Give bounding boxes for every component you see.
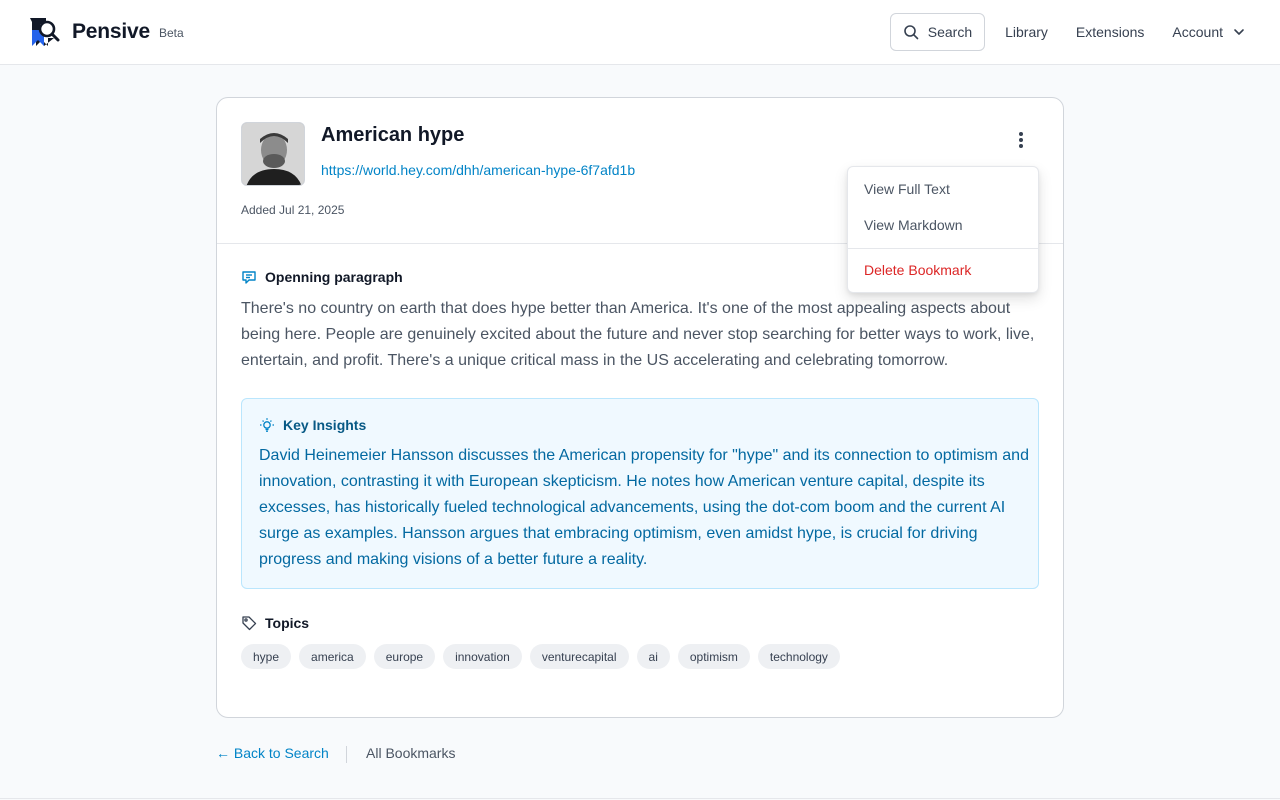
topic-tag[interactable]: ai xyxy=(636,644,670,669)
topic-tag[interactable]: innovation xyxy=(443,644,522,669)
account-label: Account xyxy=(1172,24,1223,40)
brand[interactable]: Pensive Beta xyxy=(28,16,184,48)
lightbulb-icon xyxy=(260,418,274,432)
topic-tag[interactable]: hype xyxy=(241,644,292,669)
author-avatar xyxy=(241,122,305,186)
bookmark-url-link[interactable]: https://world.hey.com/dhh/american-hype-… xyxy=(321,162,635,178)
back-to-search-link[interactable]: ← Back to Search xyxy=(216,745,329,761)
pensive-logo-icon xyxy=(30,18,60,46)
footer-divider xyxy=(346,746,347,763)
search-button[interactable]: Search xyxy=(889,13,986,51)
added-date: Added Jul 21, 2025 xyxy=(241,203,345,217)
brand-name: Pensive xyxy=(72,20,150,43)
topic-tag[interactable]: optimism xyxy=(677,644,750,669)
key-insights-label: Key Insights xyxy=(283,417,367,433)
nav-extensions[interactable]: Extensions xyxy=(1076,24,1144,40)
tag-icon xyxy=(242,616,257,631)
search-icon xyxy=(903,25,919,40)
all-bookmarks-link[interactable]: All Bookmarks xyxy=(366,745,455,761)
top-navigation-bar: Pensive Beta Search Library Extensions A… xyxy=(0,0,1280,65)
menu-divider xyxy=(848,248,1038,249)
topics-heading: Topics xyxy=(241,615,309,631)
menu-view-markdown[interactable]: View Markdown xyxy=(864,217,963,233)
opening-paragraph-label: Openning paragraph xyxy=(265,269,403,285)
topics-label: Topics xyxy=(265,615,310,631)
menu-view-full-text[interactable]: View Full Text xyxy=(864,181,950,197)
kebab-menu-icon xyxy=(1019,132,1023,148)
search-button-label: Search xyxy=(927,24,973,40)
chevron-down-icon xyxy=(1234,29,1244,35)
comment-icon xyxy=(242,271,256,284)
bookmark-title: American hype xyxy=(321,124,465,146)
topic-tag[interactable]: europe xyxy=(373,644,436,669)
more-options-button[interactable] xyxy=(1007,126,1035,154)
topic-tag[interactable]: america xyxy=(299,644,366,669)
key-insights-text: David Heinemeier Hansson discusses the A… xyxy=(259,447,1029,568)
main-nav: Search Library Extensions Account xyxy=(889,13,1246,51)
opening-paragraph-heading: Openning paragraph xyxy=(241,269,403,285)
bottom-border xyxy=(0,798,1280,799)
key-insights-box: Key Insights David Heinemeier Hansson di… xyxy=(241,398,1039,589)
menu-delete-bookmark[interactable]: Delete Bookmark xyxy=(864,262,971,278)
key-insights-heading: Key Insights xyxy=(259,417,366,433)
author-photo-icon xyxy=(242,123,304,185)
topics-list: hype america europe innovation ventureca… xyxy=(241,644,840,669)
topic-tag[interactable]: venturecapital xyxy=(529,644,629,669)
bookmark-options-menu: View Full Text View Markdown Delete Book… xyxy=(847,166,1039,293)
opening-paragraph-text: There's no country on earth that does hy… xyxy=(241,300,1035,369)
nav-library[interactable]: Library xyxy=(1005,24,1048,40)
beta-badge: Beta xyxy=(159,26,184,40)
topic-tag[interactable]: technology xyxy=(757,644,840,669)
account-menu[interactable]: Account xyxy=(1172,24,1246,40)
